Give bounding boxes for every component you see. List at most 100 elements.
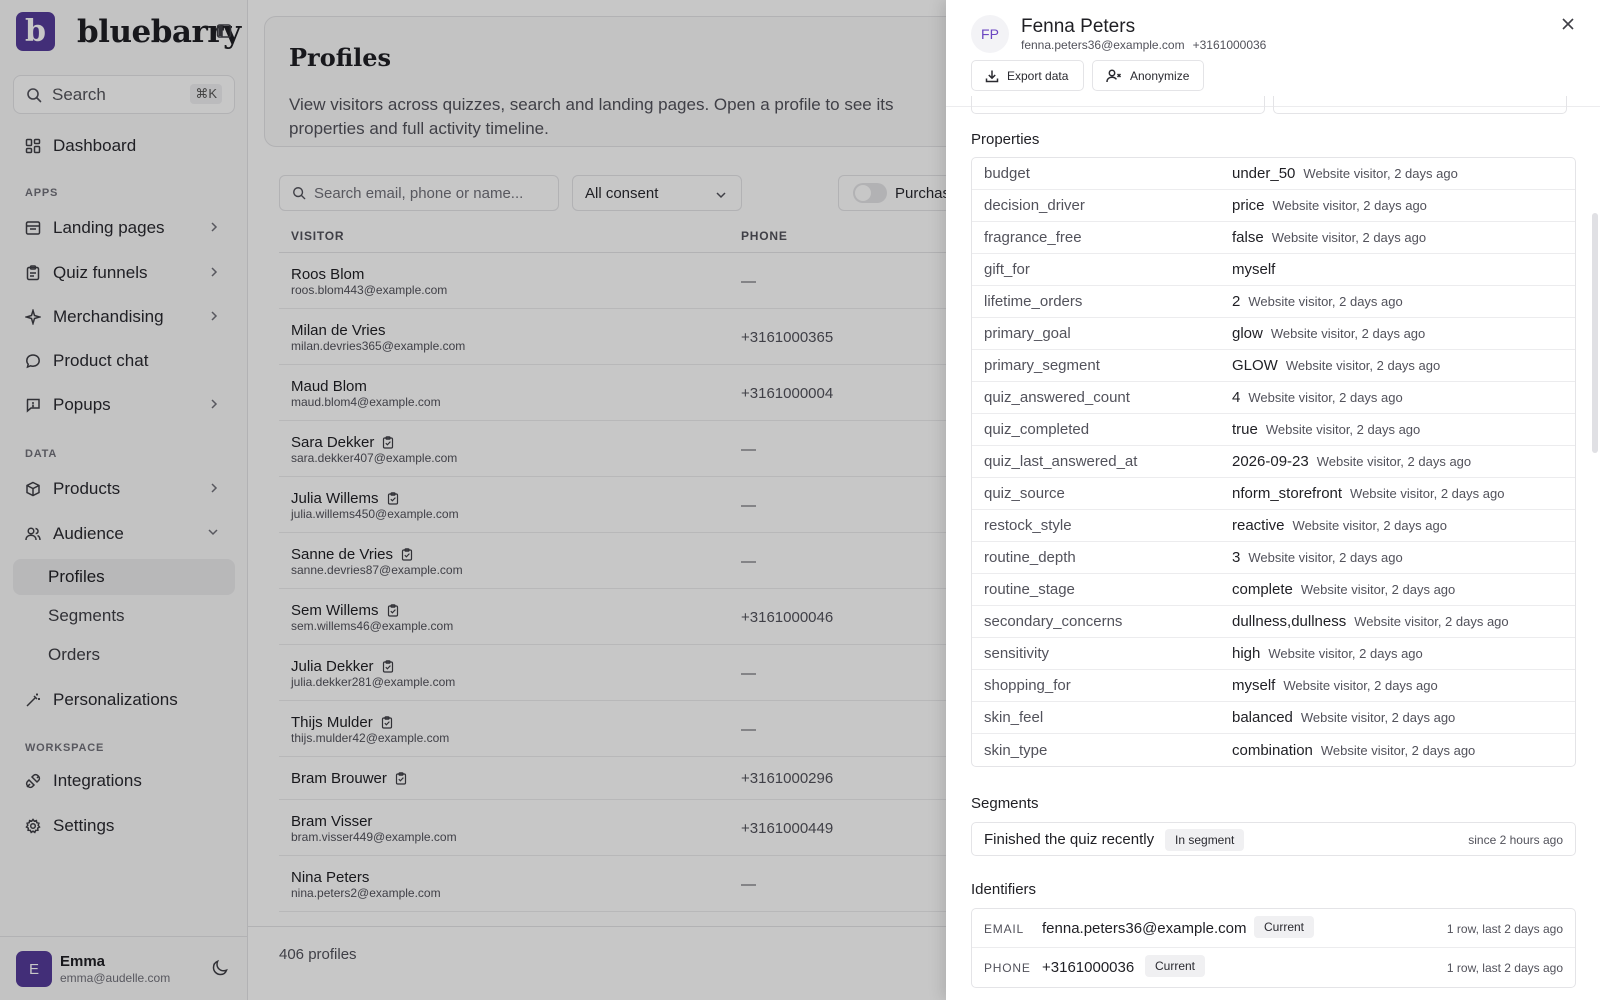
property-key: budget bbox=[984, 165, 1030, 182]
property-meta: Website visitor, 2 days ago bbox=[1272, 198, 1427, 213]
user-x-icon bbox=[1106, 69, 1130, 83]
property-key: primary_segment bbox=[984, 357, 1100, 374]
property-key: gift_for bbox=[984, 261, 1030, 278]
property-value: high bbox=[1232, 645, 1261, 662]
property-meta: Website visitor, 2 days ago bbox=[1320, 742, 1476, 758]
property-row: primary_segment GLOW Website visitor, 2 da… bbox=[972, 350, 1575, 382]
property-value-cell: 2 Website visitor, 2 days ago bbox=[1232, 293, 1403, 310]
property-meta: Website visitor, 2 days ago bbox=[1350, 486, 1505, 501]
property-value-cell: under_50 Website visitor, 2 days ago bbox=[1232, 165, 1458, 182]
property-row: decision_driver price Website visitor, 2 d… bbox=[972, 190, 1575, 222]
property-value-cell: high Website visitor, 2 days ago bbox=[1232, 645, 1423, 662]
property-value: 2 bbox=[1232, 293, 1241, 310]
property-value: under_50 bbox=[1232, 165, 1296, 182]
property-value-cell: true Website visitor, 2 days ago bbox=[1232, 421, 1420, 438]
profile-avatar: FP bbox=[971, 15, 1009, 53]
anonymize-button[interactable]: Anonymize bbox=[1092, 60, 1204, 91]
property-meta: Website visitor, 2 days ago bbox=[1285, 358, 1441, 373]
property-meta: Website visitor, 2 days ago bbox=[1270, 326, 1426, 341]
property-value-cell: glow Website visitor, 2 days ago bbox=[1232, 325, 1425, 342]
property-value: price bbox=[1232, 197, 1265, 214]
identifier-row-phone: PHONE +3161000036 Current 1 row, last 2 … bbox=[972, 948, 1575, 987]
export-data-button[interactable]: Export data bbox=[971, 60, 1084, 91]
property-key: lifetime_orders bbox=[984, 293, 1083, 310]
property-row: secondary_concerns dullness,dullness Websi… bbox=[972, 606, 1575, 638]
card-edge bbox=[1273, 96, 1567, 114]
property-key: quiz_answered_count bbox=[984, 389, 1130, 406]
segment-row[interactable]: Finished the quiz recently In segment si… bbox=[971, 822, 1576, 856]
property-key: fragrance_free bbox=[984, 229, 1082, 246]
segment-badge: In segment bbox=[1165, 829, 1245, 851]
card-edge bbox=[971, 96, 1265, 114]
profile-email: fenna.peters36@example.com bbox=[1021, 38, 1185, 52]
property-row: quiz_last_answered_at 2026-09-23 Website v… bbox=[972, 446, 1575, 478]
property-value-cell: balanced Website visitor, 2 days ago bbox=[1232, 709, 1455, 726]
property-value: myself bbox=[1232, 261, 1276, 278]
property-key: restock_style bbox=[984, 517, 1072, 534]
property-value-cell: GLOW Website visitor, 2 days ago bbox=[1232, 357, 1440, 374]
identifier-meta: 1 row, last 2 days ago bbox=[1446, 922, 1563, 936]
property-value-cell: combination Website visitor, 2 days ago bbox=[1232, 742, 1475, 759]
property-key: skin_type bbox=[984, 741, 1048, 759]
property-value-cell: 4 Website visitor, 2 days ago bbox=[1232, 389, 1403, 406]
properties-title: Properties bbox=[971, 131, 1040, 148]
identifier-badge: Current bbox=[1254, 916, 1315, 938]
identifier-type: EMAIL bbox=[984, 922, 1025, 936]
property-key: primary_goal bbox=[984, 325, 1071, 342]
property-meta: Website visitor, 2 days ago bbox=[1316, 454, 1472, 469]
property-row: quiz_completed true Website visitor, 2 day… bbox=[972, 414, 1575, 446]
property-value: complete bbox=[1232, 581, 1293, 598]
identifier-badge: Current bbox=[1145, 955, 1206, 977]
anonymize-label: Anonymize bbox=[1130, 68, 1190, 83]
property-meta: Website visitor, 2 days ago bbox=[1300, 582, 1456, 597]
identifier-value: fenna.peters36@example.com bbox=[1042, 920, 1247, 937]
property-key: shopping_for bbox=[984, 677, 1071, 694]
property-value-cell: 2026-09-23 Website visitor, 2 days ago bbox=[1232, 453, 1471, 470]
property-key: routine_depth bbox=[984, 549, 1076, 566]
property-key: skin_feel bbox=[984, 709, 1044, 726]
identifier-value: +3161000036 bbox=[1042, 959, 1135, 976]
property-row: budget under_50 Website visitor, 2 days ag… bbox=[972, 158, 1575, 190]
close-icon[interactable] bbox=[1561, 17, 1575, 31]
profile-contact: fenna.peters36@example.com +3161000036 bbox=[1021, 38, 1266, 52]
export-label: Export data bbox=[1007, 68, 1069, 83]
download-icon bbox=[985, 69, 1007, 83]
property-value-cell: dullness,dullness Website visitor, 2 days… bbox=[1232, 613, 1509, 630]
property-meta: Website visitor, 2 days ago bbox=[1271, 230, 1427, 245]
segment-since: since 2 hours ago bbox=[1468, 833, 1563, 847]
property-value-cell: nform_storefront Website visitor, 2 days … bbox=[1232, 485, 1504, 502]
property-meta: Website visitor, 2 days ago bbox=[1292, 518, 1447, 533]
property-value: GLOW bbox=[1232, 357, 1278, 374]
property-row: restock_style reactive Website visitor, 2 … bbox=[972, 510, 1575, 542]
property-value-cell: myself Website visitor, 2 days ago bbox=[1232, 677, 1438, 694]
property-key: quiz_last_answered_at bbox=[984, 453, 1138, 470]
property-row: skin_feel balanced Website visitor, 2 days… bbox=[972, 702, 1575, 734]
profile-phone: +3161000036 bbox=[1192, 38, 1267, 52]
properties-table: budget under_50 Website visitor, 2 days ag… bbox=[971, 157, 1576, 767]
property-meta: Website visitor, 2 days ago bbox=[1303, 166, 1458, 181]
property-meta: Website visitor, 2 days ago bbox=[1354, 614, 1509, 629]
property-value-cell: 3 Website visitor, 2 days ago bbox=[1232, 549, 1403, 566]
property-key: secondary_concerns bbox=[984, 613, 1123, 630]
property-value: myself bbox=[1232, 677, 1276, 694]
property-row: sensitivity high Website visitor, 2 days a… bbox=[972, 638, 1575, 670]
property-value: balanced bbox=[1232, 709, 1293, 726]
property-meta: Website visitor, 2 days ago bbox=[1283, 678, 1438, 693]
property-row: shopping_for myself Website visitor, 2 day… bbox=[972, 670, 1575, 702]
profile-drawer: FP Fenna Peters fenna.peters36@example.c… bbox=[946, 0, 1600, 1000]
property-row: skin_type combination Website visitor, 2 d… bbox=[972, 734, 1575, 766]
property-row: routine_stage complete Website visitor, 2 … bbox=[972, 574, 1575, 606]
property-meta: Website visitor, 2 days ago bbox=[1248, 294, 1403, 309]
property-meta: Website visitor, 2 days ago bbox=[1248, 550, 1403, 565]
property-meta: Website visitor, 2 days ago bbox=[1268, 646, 1423, 661]
property-value: 3 bbox=[1232, 549, 1241, 566]
property-value-cell: false Website visitor, 2 days ago bbox=[1232, 229, 1426, 246]
property-key: routine_stage bbox=[984, 581, 1075, 598]
panel-scrollbar[interactable] bbox=[1592, 213, 1598, 453]
identifier-type: PHONE bbox=[984, 961, 1031, 975]
segments-title: Segments bbox=[971, 795, 1039, 812]
property-key: sensitivity bbox=[984, 645, 1050, 662]
property-value-cell: myself bbox=[1232, 261, 1275, 278]
profile-name: Fenna Peters bbox=[1021, 16, 1136, 37]
property-meta: Website visitor, 2 days ago bbox=[1300, 710, 1456, 725]
